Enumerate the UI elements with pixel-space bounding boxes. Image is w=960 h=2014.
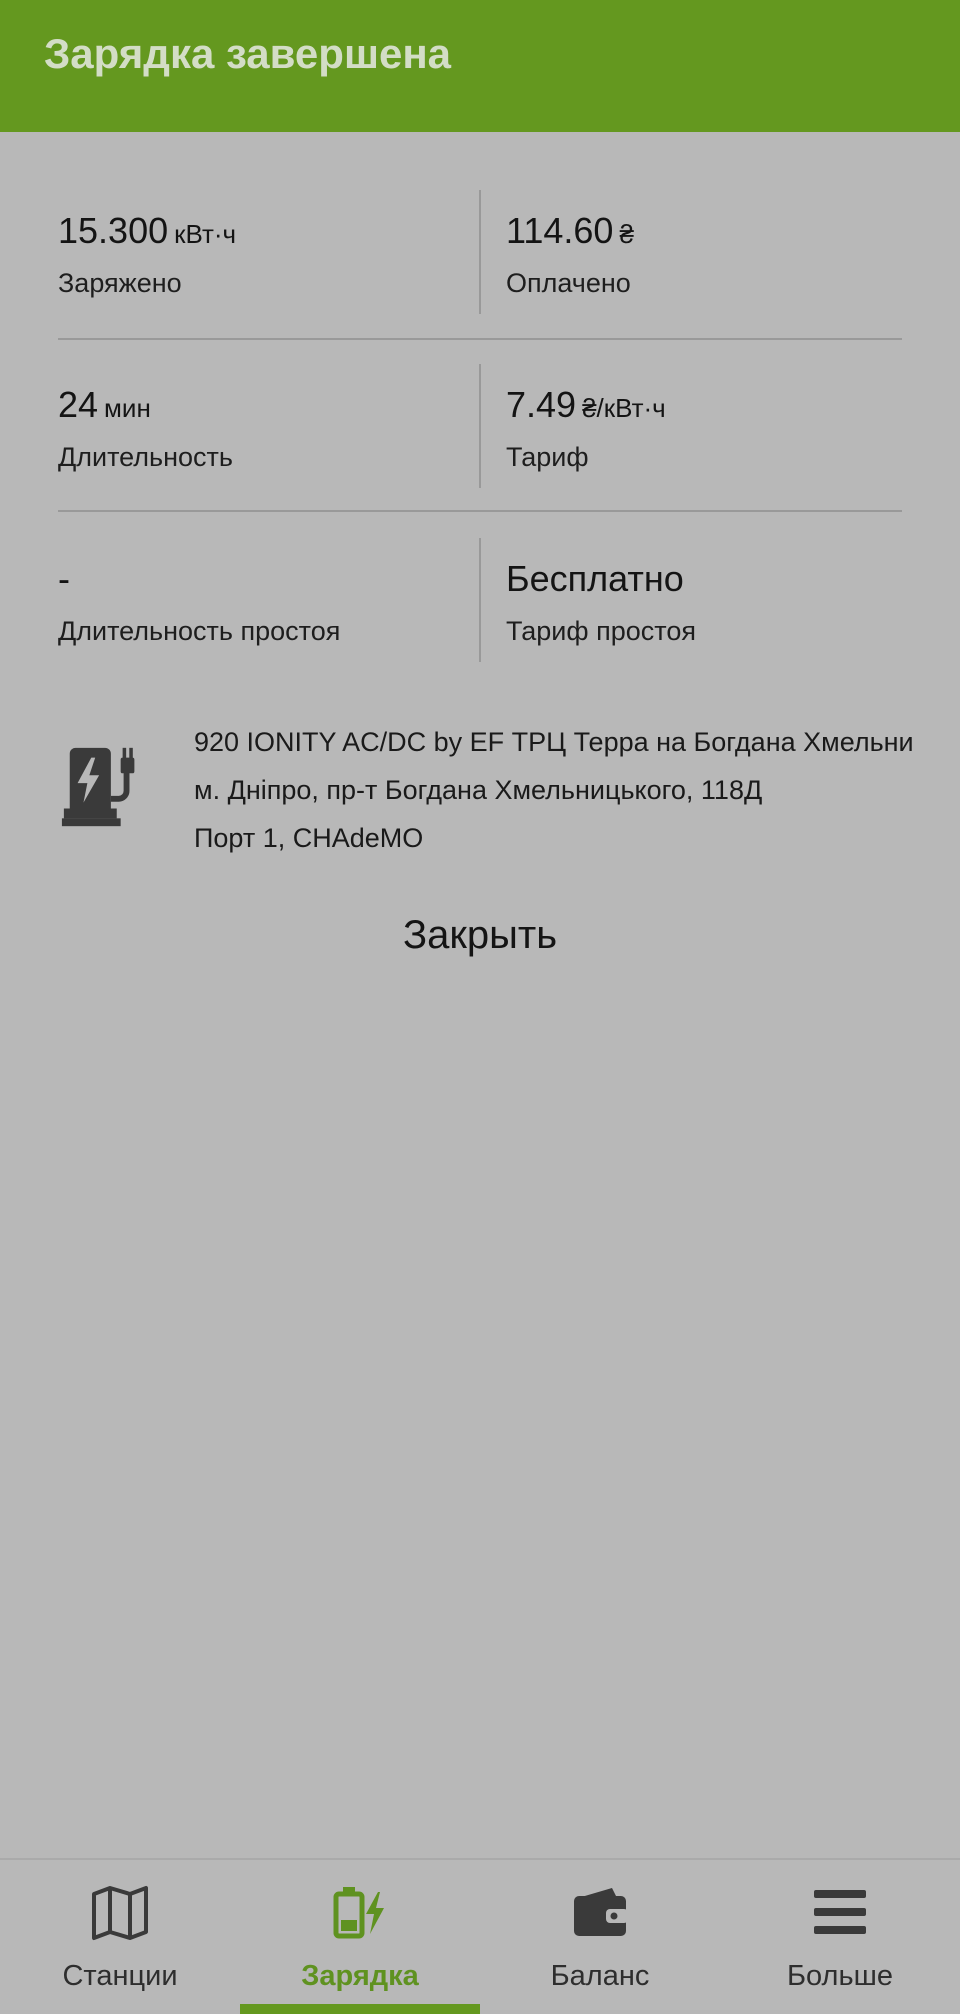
nav-item-more[interactable]: Больше [720,1860,960,2014]
stat-energy: 15.300 кВт·ч Заряжено [58,190,478,314]
column-divider [479,190,481,314]
ev-charger-icon [61,747,135,827]
stat-energy-label: Заряжено [58,268,182,298]
battery-charging-icon [333,1887,384,1939]
close-button[interactable]: Закрыть [330,898,630,972]
stat-idle-tariff-label: Тариф простоя [506,616,696,646]
row-divider [58,510,902,512]
stat-paid-value: 114.60 [506,210,614,251]
station-address: м. Дніпро, пр-т Богдана Хмельницького, 1… [194,775,763,805]
stat-duration: 24 мин Длительность [58,364,478,488]
stat-energy-unit: кВт·ч [174,219,237,249]
stat-row-energy-payment: 15.300 кВт·ч Заряжено 114.60 ₴ Оплачено [58,190,902,314]
stat-tariff-unit: ₴/кВт·ч [582,393,666,423]
station-name: 920 IONITY AC/DC by EF ТРЦ Терра на Богд… [194,727,914,757]
stat-tariff-label: Тариф [506,442,589,472]
column-divider [479,538,481,662]
bottom-navigation: Станции Зарядка Баланс Больше [0,1858,960,2014]
stat-idle-duration-label: Длительность простоя [58,616,341,646]
nav-item-balance[interactable]: Баланс [480,1860,720,2014]
stat-paid-unit: ₴ [619,219,634,249]
stat-idle-tariff: Бесплатно Тариф простоя [506,538,902,662]
nav-item-charging[interactable]: Зарядка [240,1860,480,2014]
stat-duration-unit: мин [104,393,151,423]
stat-paid-label: Оплачено [506,268,631,298]
page-title: Зарядка завершена [44,30,452,77]
nav-label-more: Больше [787,1960,893,1992]
active-tab-indicator [240,2004,480,2014]
stat-row-idle: - Длительность простоя Бесплатно Тариф п… [58,538,902,662]
stat-idle-duration-value: - [58,558,70,599]
stat-duration-value: 24 [58,384,99,425]
menu-icon [814,1890,866,1934]
stat-row-duration-tariff: 24 мин Длительность 7.49 ₴/кВт·ч Тариф [58,364,902,488]
app-bar: Зарядка завершена [0,0,960,132]
row-divider [58,338,902,340]
wallet-icon [574,1888,628,1936]
stat-paid: 114.60 ₴ Оплачено [506,190,902,314]
stat-idle-tariff-value: Бесплатно [506,558,684,599]
stat-tariff: 7.49 ₴/кВт·ч Тариф [506,364,902,488]
station-info: 920 IONITY AC/DC by EF ТРЦ Терра на Богд… [58,718,960,858]
nav-label-balance: Баланс [550,1960,650,1992]
nav-label-stations: Станции [62,1960,178,1992]
stat-duration-label: Длительность [58,442,233,472]
stat-energy-value: 15.300 [58,210,169,251]
station-port: Порт 1, CHAdeMO [194,823,424,853]
nav-label-charging: Зарядка [301,1960,419,1992]
column-divider [479,364,481,488]
map-icon [92,1886,148,1940]
stat-tariff-value: 7.49 [506,384,577,425]
stat-idle-duration: - Длительность простоя [58,538,478,662]
nav-item-stations[interactable]: Станции [0,1860,240,2014]
